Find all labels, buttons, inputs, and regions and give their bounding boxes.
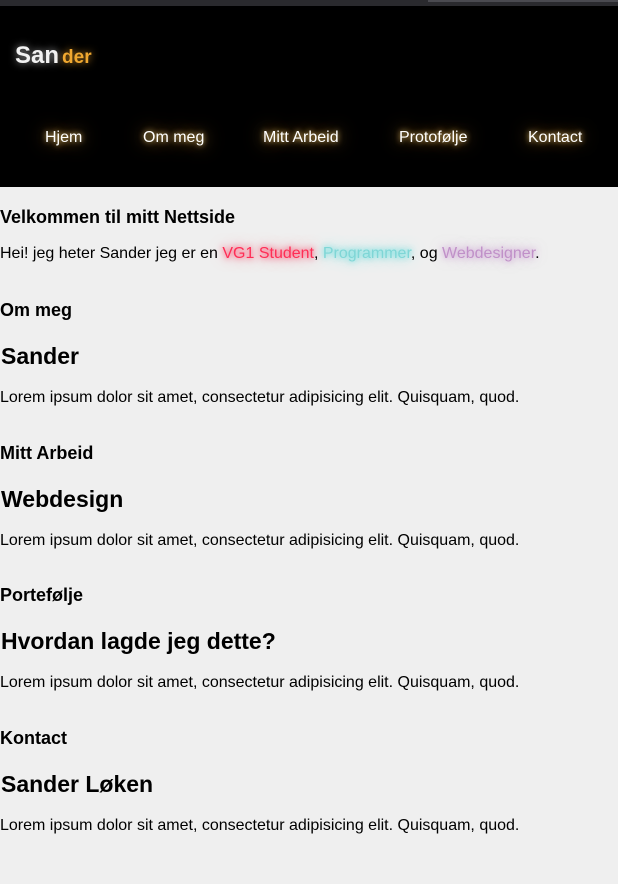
- site-header: San der Hjem Om meg Mitt Arbeid Protofølj…: [0, 6, 618, 187]
- section-text: Lorem ipsum dolor sit amet, consectetur …: [0, 532, 520, 549]
- browser-tab-edge: [428, 0, 618, 2]
- section-heading: Kontact: [0, 728, 67, 748]
- highlight-programmer: Programmer: [322, 245, 411, 262]
- intro-text: Hei! jeg heter Sander jeg er en VG1 Stud…: [0, 244, 540, 264]
- intro-text-lead: Hei! jeg heter Sander jeg er en: [0, 245, 223, 262]
- intro-sep-1: ,: [313, 245, 323, 262]
- nav-link-om-meg[interactable]: Om meg: [143, 128, 204, 148]
- nav-link-kontact[interactable]: Kontact: [528, 128, 582, 148]
- highlight-student: VG1 Student: [222, 245, 314, 262]
- nav-link-mitt-arbeid[interactable]: Mitt Arbeid: [263, 128, 339, 148]
- section-heading: Mitt Arbeid: [0, 443, 94, 463]
- intro-heading: Velkommen til mitt Nettside: [0, 207, 236, 227]
- highlight-webdesigner: Webdesigner: [442, 245, 536, 262]
- section-text: Lorem ipsum dolor sit amet, consectetur …: [0, 674, 520, 691]
- section-title: Sander: [1, 343, 79, 369]
- intro-sep-2: , og: [410, 245, 443, 262]
- nav-link-protofolje[interactable]: Protofølje: [399, 128, 467, 148]
- logo-text-accent: der: [62, 47, 92, 68]
- section-heading: Portefølje: [0, 585, 84, 605]
- section-text: Lorem ipsum dolor sit amet, consectetur …: [0, 817, 520, 834]
- logo-text-main: San: [15, 42, 60, 69]
- section-title: Webdesign: [1, 486, 124, 512]
- section-title: Sander Løken: [1, 771, 154, 797]
- section-text: Lorem ipsum dolor sit amet, consectetur …: [0, 389, 520, 406]
- nav-link-hjem[interactable]: Hjem: [45, 128, 82, 148]
- section-title: Hvordan lagde jeg dette?: [1, 628, 276, 654]
- site-logo[interactable]: San der: [15, 42, 92, 72]
- intro-text-end: .: [535, 245, 540, 262]
- section-heading: Om meg: [0, 300, 73, 320]
- main-nav: Hjem Om meg Mitt Arbeid Protofølje Konta…: [0, 124, 618, 154]
